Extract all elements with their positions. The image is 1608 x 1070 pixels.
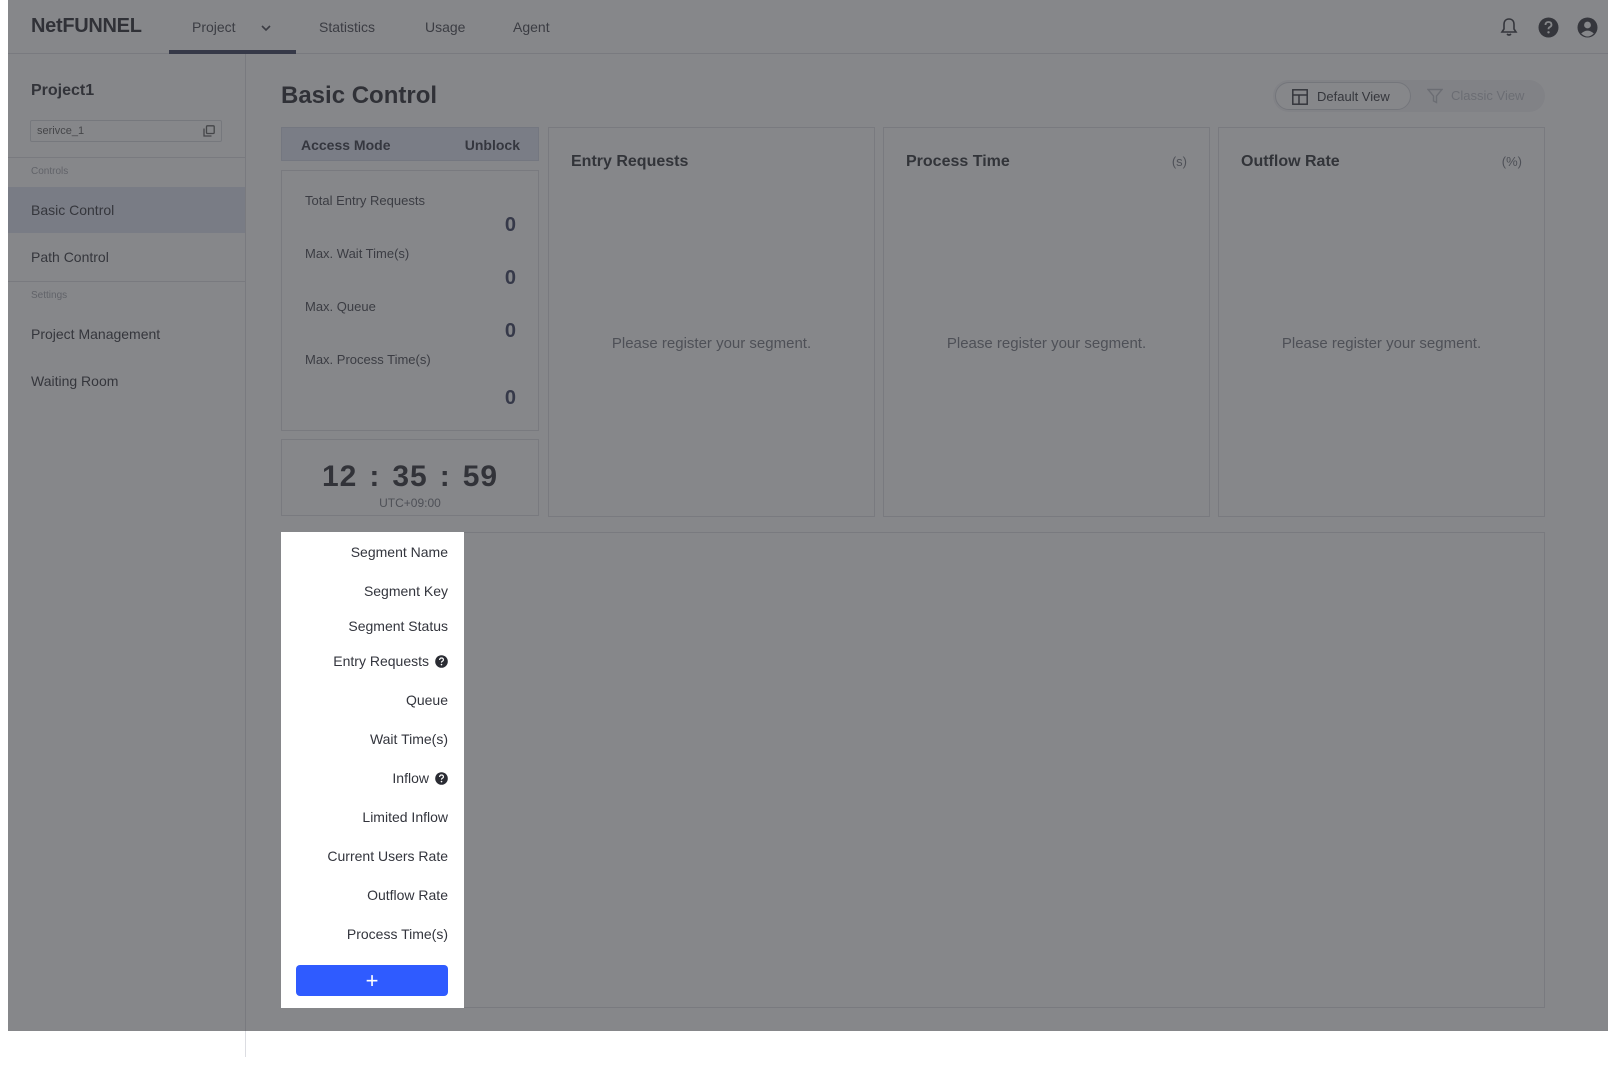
segment-fields-column: Segment Name Segment Key Segment Status … [281,532,464,1008]
stat-value: 0 [504,387,516,409]
project-name: Project1 [31,82,95,99]
clock-card: 12:35:59 UTC+09:00 [281,439,539,516]
netfunnel-logo[interactable]: NetFUNNEL [31,15,142,38]
page-title: Basic Control [281,82,438,109]
card-unit: (s) [1171,154,1187,169]
field-segment-key: Segment Key [364,583,448,599]
top-navigation: NetFUNNEL Project Statistics Usage Agent [8,0,1608,54]
field-inflow: Inflow [392,770,448,786]
tab-project[interactable]: Project [169,0,296,54]
process-time-card: Process Time (s) Please register your se… [883,127,1210,517]
stat-label: Total Entry Requests [305,193,425,208]
field-label: Segment Name [350,544,448,560]
clock-seconds: 59 [462,460,499,493]
timezone-label: UTC+09:00 [379,496,441,510]
sidebar-divider [8,281,245,282]
question-circle-icon[interactable] [435,654,448,668]
empty-state-message: Please register your segment. [1281,335,1482,352]
field-label: Inflow [392,770,429,786]
field-label: Wait Time(s) [369,731,448,747]
summary-stats-card: Total Entry Requests 0 Max. Wait Time(s)… [281,170,539,431]
funnel-icon [1427,88,1443,104]
stat-value: 0 [504,214,516,236]
field-queue: Queue [406,692,448,708]
help-icon[interactable] [1537,16,1559,38]
card-title: Process Time [906,153,1010,170]
access-mode-bar[interactable]: Access Mode Unblock [281,127,539,161]
stat-value: 0 [504,267,516,289]
field-wait-time: Wait Time(s) [370,731,448,747]
app-window: NetFUNNEL Project Statistics Usage Agent… [8,0,1608,1057]
clock-minutes: 35 [392,460,428,493]
layout-icon [1292,89,1308,105]
sidebar-item-path-control[interactable]: Path Control [8,234,245,280]
sidebar-divider [8,157,245,158]
stat-value: 0 [504,320,516,342]
add-segment-button[interactable]: + [296,965,448,996]
empty-state-message: Please register your segment. [946,335,1147,352]
view-toggle: Default View Classic View [1273,80,1545,112]
field-entry-requests: Entry Requests [333,653,448,669]
field-segment-name: Segment Name [351,544,448,560]
stat-label: Max. Process Time(s) [305,352,431,367]
sidebar: Project1 serivce_1 Controls Basic Contro… [8,54,246,1057]
sidebar-item-project-management[interactable]: Project Management [8,311,245,357]
classic-view-button[interactable]: Classic View [1423,82,1543,110]
card-title: Outflow Rate [1241,153,1340,170]
field-label: Current Users Rate [327,848,448,864]
question-circle-icon[interactable] [435,771,448,785]
classic-view-label: Classic View [1451,88,1525,103]
field-process-time: Process Time(s) [347,926,448,942]
empty-state-message: Please register your segment. [611,335,812,352]
user-account-icon[interactable] [1576,16,1598,38]
copy-icon[interactable] [203,125,215,137]
top-icons [1498,16,1598,38]
field-label: Process Time(s) [346,926,448,942]
clock-separator: : [369,460,381,493]
chevron-down-icon [261,25,272,32]
clock-separator: : [439,460,451,493]
tab-usage[interactable]: Usage [425,0,465,54]
bell-icon[interactable] [1498,16,1520,38]
field-label: Entry Requests [333,653,429,669]
stat-label: Max. Queue [305,299,376,314]
service-id-field[interactable]: serivce_1 [30,120,222,142]
sidebar-item-basic-control[interactable]: Basic Control [8,187,245,233]
tab-statistics[interactable]: Statistics [319,0,375,54]
section-settings-label: Settings [31,290,68,301]
clock-hours: 12 [321,460,358,493]
tab-agent[interactable]: Agent [513,0,550,54]
field-current-users-rate: Current Users Rate [327,848,448,864]
card-unit: (%) [1501,154,1522,169]
access-mode-value: Unblock [464,137,520,153]
access-mode-label: Access Mode [301,137,391,153]
field-label: Outflow Rate [367,887,448,903]
sidebar-item-waiting-room[interactable]: Waiting Room [8,358,245,404]
segment-table-panel [281,532,1545,1008]
default-view-label: Default View [1317,89,1390,104]
tab-project-label: Project [192,19,236,35]
field-label: Queue [405,692,448,708]
outflow-rate-card: Outflow Rate (%) Please register your se… [1218,127,1545,517]
default-view-button[interactable]: Default View [1275,82,1411,110]
clock-display: 12:35:59 [282,460,538,494]
entry-requests-card: Entry Requests Please register your segm… [548,127,875,517]
stat-label: Max. Wait Time(s) [305,246,410,261]
field-label: Segment Key [363,583,448,599]
service-id-value: serivce_1 [37,125,85,137]
section-controls-label: Controls [31,166,69,177]
field-segment-status: Segment Status [348,618,448,634]
field-limited-inflow: Limited Inflow [362,809,448,825]
field-outflow-rate: Outflow Rate [367,887,448,903]
field-label: Limited Inflow [362,809,448,825]
field-label: Segment Status [348,618,448,634]
card-title: Entry Requests [571,153,689,170]
